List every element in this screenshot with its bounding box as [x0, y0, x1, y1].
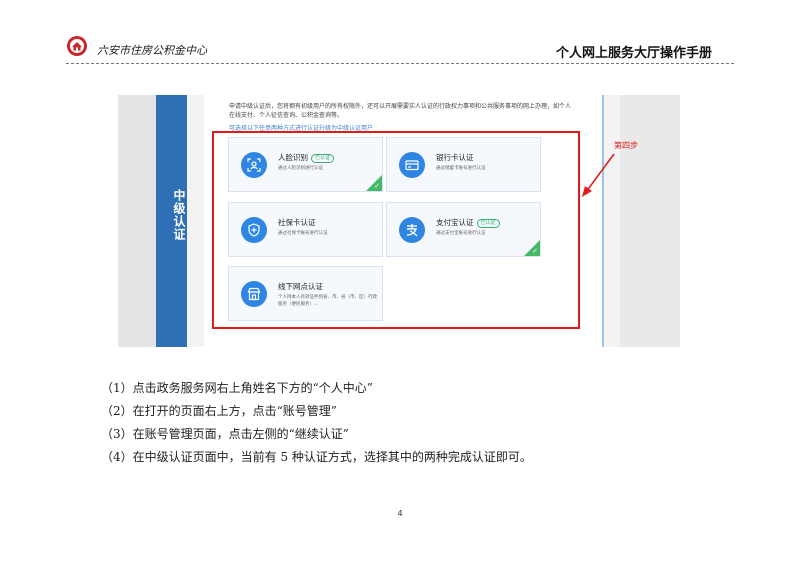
- check-icon: ✓: [532, 247, 538, 255]
- housing-fund-logo-icon: [67, 36, 87, 56]
- step-item: （3）在账号管理页面，点击左侧的“继续认证”: [101, 427, 349, 441]
- auth-card-alipay[interactable]: 支付宝认证 已认证 通过支付宝账号进行认证 ✓: [386, 202, 541, 257]
- document-title: 个人网上服务大厅操作手册: [555, 46, 712, 61]
- intro-text: 申请中级认证后，您将拥有初级用户的所有权限外，还可以开展需要实人认证的行政权力事…: [229, 103, 572, 119]
- auth-card-title: 社保卡认证: [278, 218, 316, 227]
- auth-card-desc: 通过储蓄卡账号进行认证: [436, 166, 486, 171]
- instruction-steps: （1）点击政务服务网右上角姓名下方的“个人中心” （2）在打开的页面右上方，点击…: [101, 377, 532, 469]
- org-name: 六安市住房公积金中心: [97, 44, 207, 57]
- page-number: 4: [397, 509, 403, 518]
- screenshot-right-margin: [620, 95, 680, 347]
- shield-icon: [241, 217, 267, 243]
- header-divider: [66, 63, 734, 64]
- alipay-icon: [399, 217, 425, 243]
- callout-arrow-icon: [582, 153, 615, 197]
- verified-badge: 已认证: [311, 153, 335, 163]
- auth-card-desc: 通过支付宝账号进行认证: [436, 231, 486, 236]
- verified-badge: 已认证: [476, 218, 500, 228]
- auth-card-desc: 通过社保卡账号进行认证: [278, 231, 328, 236]
- auth-card-bank[interactable]: 银行卡认证 通过储蓄卡账号进行认证: [386, 137, 541, 192]
- side-tab-label: 中级认证: [172, 189, 186, 241]
- step-item: （2）在打开的页面右上方，点击“账号管理”: [101, 404, 337, 418]
- step-item: （1）点击政务服务网右上角姓名下方的“个人中心”: [101, 381, 373, 395]
- auth-card-desc: 通过人脸识别进行认证: [278, 166, 323, 171]
- side-tab-intermediate-auth[interactable]: 中级认证: [156, 95, 187, 347]
- auth-card-title: 支付宝认证 已认证: [436, 217, 500, 228]
- auth-card-social-security[interactable]: 社保卡认证 通过社保卡账号进行认证: [228, 202, 383, 257]
- auth-card-title: 线下网点认证: [278, 282, 323, 291]
- auth-card-title: 人脸识别 已认证: [278, 152, 335, 163]
- page-header: 六安市住房公积金中心 个人网上服务大厅操作手册: [0, 0, 800, 70]
- check-icon: ✓: [374, 182, 380, 190]
- auth-card-face[interactable]: 人脸识别 已认证 通过人脸识别进行认证 ✓: [228, 137, 383, 192]
- bank-card-icon: [399, 152, 425, 178]
- screenshot-left-margin: [118, 95, 156, 347]
- store-icon: [241, 281, 267, 307]
- auth-card-desc: 个人持本人有效证件到省、市、县（市、区）行政服务（便民服务）...: [278, 295, 377, 307]
- auth-card-offline-branch[interactable]: 线下网点认证 个人持本人有效证件到省、市、县（市、区）行政服务（便民服务）...: [228, 266, 383, 321]
- auth-card-title: 银行卡认证: [436, 153, 474, 162]
- face-scan-icon: [241, 152, 267, 178]
- screenshot-divider-line: [602, 95, 604, 347]
- step-item: （4）在中级认证页面中，当前有 5 种认证方式，选择其中的两种完成认证即可。: [101, 450, 532, 464]
